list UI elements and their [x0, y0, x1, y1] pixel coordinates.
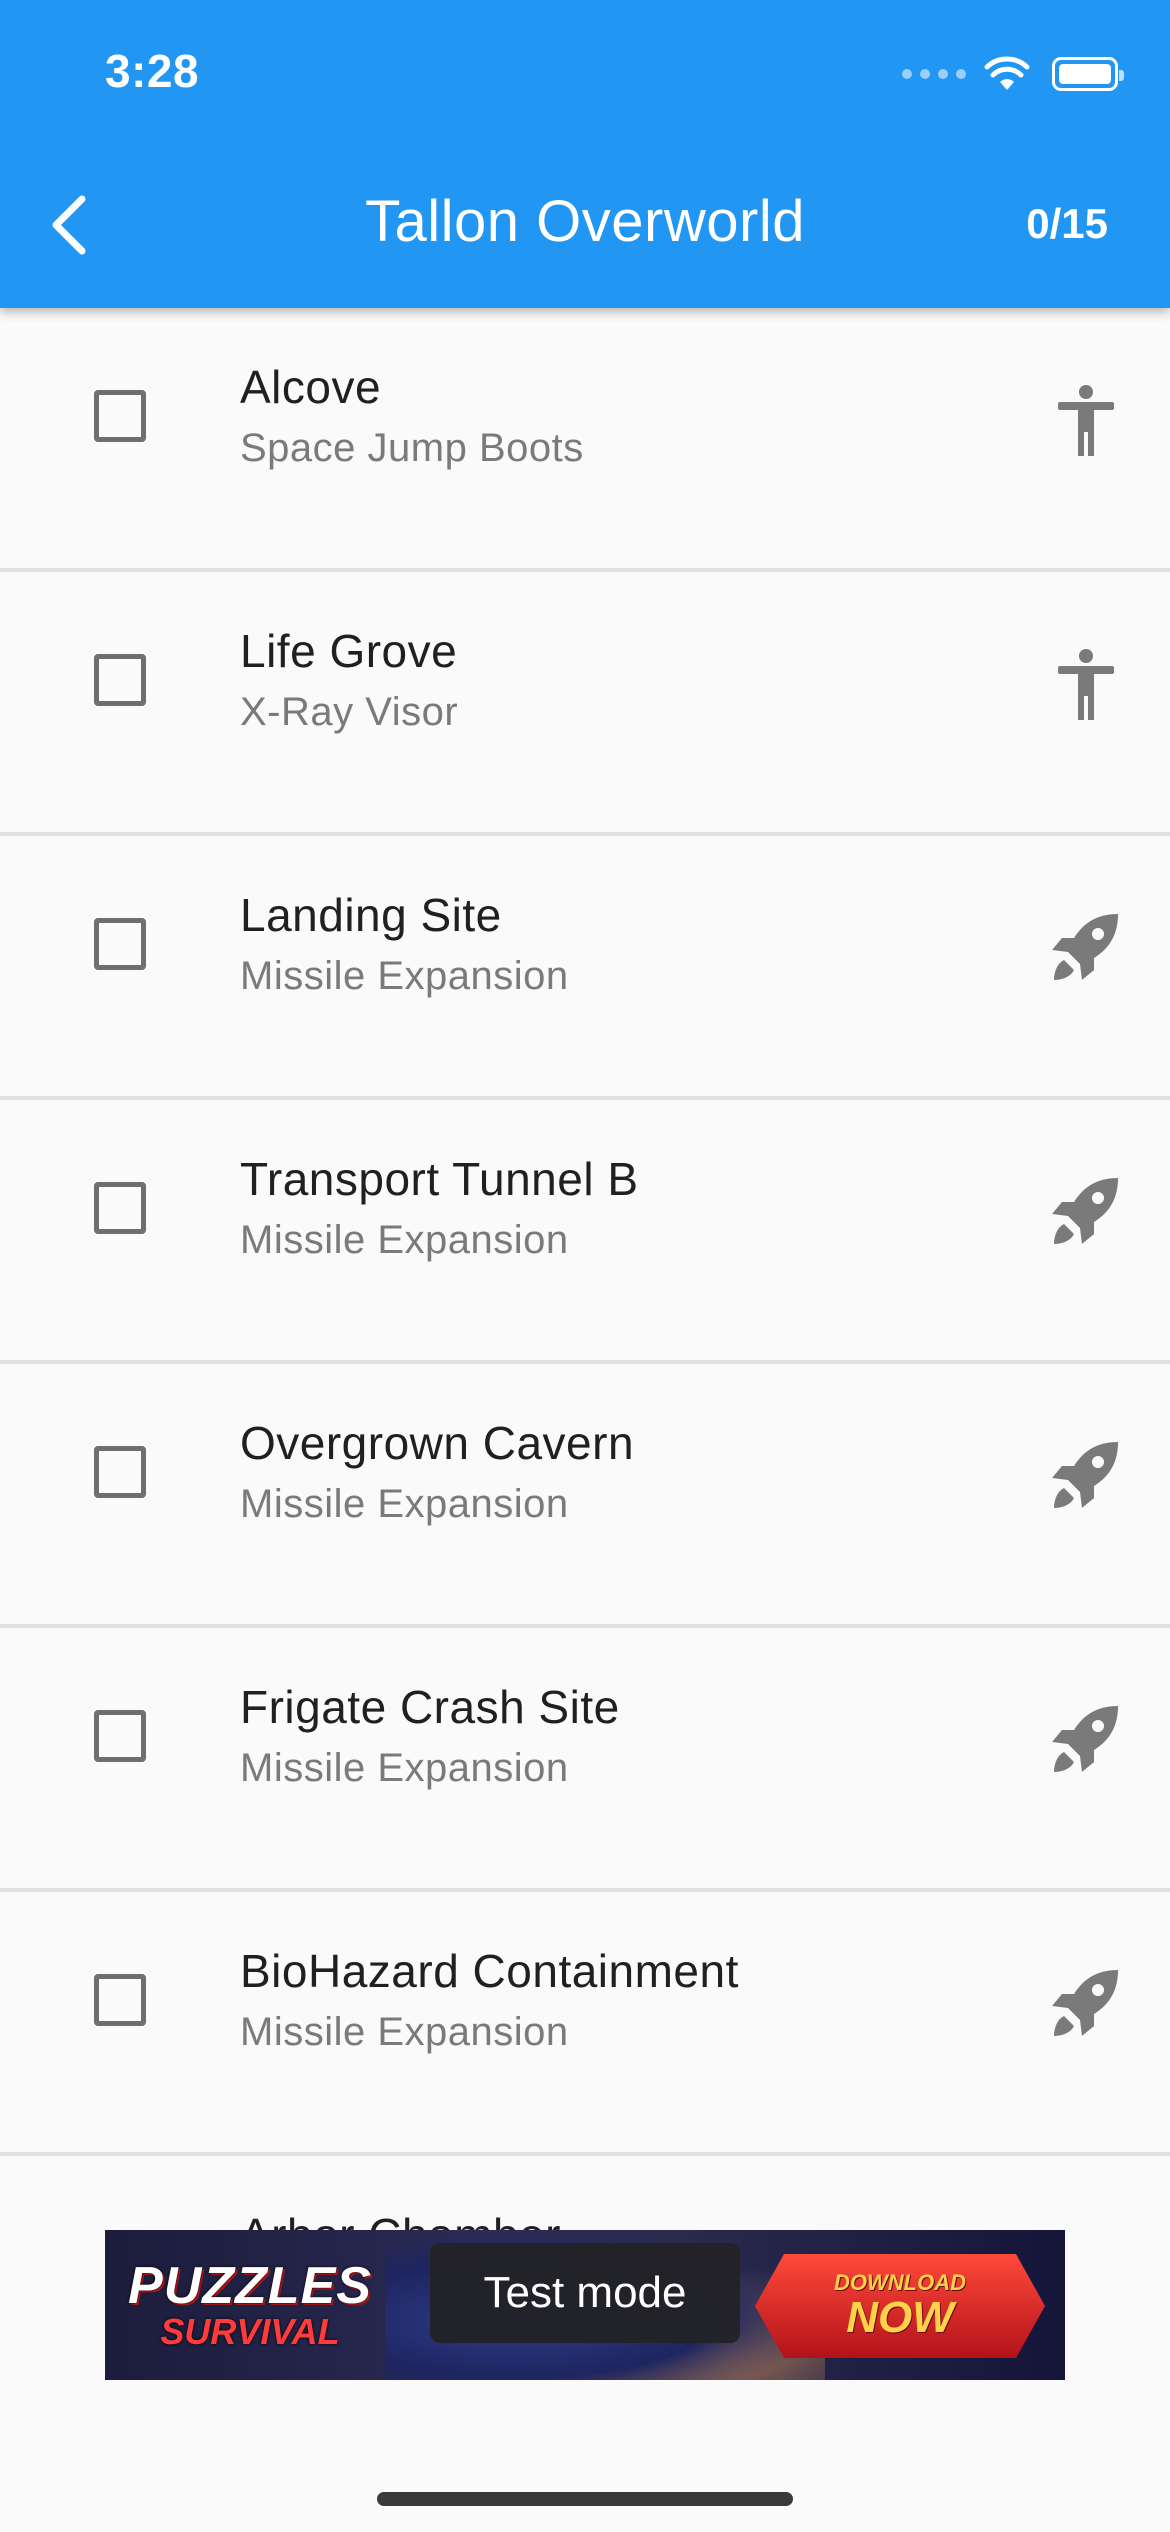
item-checkbox[interactable] [94, 654, 146, 706]
rocket-icon [1052, 1178, 1118, 1244]
app-bar: 3:28 Tallon Overworld 0/15 [0, 0, 1170, 308]
list-item[interactable]: Arbor Chamber [0, 2156, 1170, 2230]
item-subtitle: Missile Expansion [240, 1218, 569, 1262]
ad-logo: PUZZLES SURVIVAL [128, 2248, 371, 2364]
item-title: Frigate Crash Site [240, 1681, 620, 1733]
rocket-icon [1052, 1442, 1118, 1508]
item-checkbox[interactable] [94, 918, 146, 970]
list-item[interactable]: Frigate Crash Site Missile Expansion [0, 1628, 1170, 1892]
rocket-icon [1052, 1970, 1118, 2036]
list-item[interactable]: Transport Tunnel B Missile Expansion [0, 1100, 1170, 1364]
wifi-icon [984, 56, 1030, 90]
list-item[interactable]: Alcove Space Jump Boots [0, 308, 1170, 572]
list-item[interactable]: BioHazard Containment Missile Expansion [0, 1892, 1170, 2156]
item-subtitle: X-Ray Visor [240, 690, 459, 734]
item-checkbox[interactable] [94, 1710, 146, 1762]
rocket-icon [1052, 914, 1118, 980]
item-title: Overgrown Cavern [240, 1417, 635, 1469]
rocket-icon [1052, 1706, 1118, 1772]
person-icon [1058, 385, 1114, 456]
item-checkbox[interactable] [94, 390, 146, 442]
item-title: Life Grove [240, 625, 458, 677]
ad-logo-line1: PUZZLES [128, 2257, 372, 2315]
item-title: BioHazard Containment [240, 1945, 739, 1997]
item-title: Arbor Chamber [240, 2208, 561, 2230]
page-title: Tallon Overworld [365, 189, 805, 254]
item-checkbox[interactable] [94, 1446, 146, 1498]
progress-counter: 0/15 [1026, 200, 1108, 247]
home-indicator[interactable] [377, 2492, 793, 2506]
battery-icon [1052, 57, 1124, 91]
item-subtitle: Space Jump Boots [240, 426, 584, 470]
ad-logo-line2: SURVIVAL [160, 2311, 340, 2352]
ad-download-button[interactable]: DOWNLOAD NOW [755, 2254, 1045, 2358]
test-mode-badge: Test mode [430, 2243, 740, 2343]
list-item[interactable]: Landing Site Missile Expansion [0, 836, 1170, 1100]
person-icon [1058, 649, 1114, 720]
status-time: 3:28 [105, 45, 200, 97]
item-title: Alcove [240, 361, 382, 413]
item-checkbox[interactable] [94, 1974, 146, 2026]
ad-cta-line2: NOW [846, 2293, 954, 2342]
item-subtitle: Missile Expansion [240, 1746, 569, 1790]
item-subtitle: Missile Expansion [240, 1482, 569, 1526]
cellular-signal-icon [902, 69, 966, 79]
list-item[interactable]: Overgrown Cavern Missile Expansion [0, 1364, 1170, 1628]
item-subtitle: Missile Expansion [240, 2010, 569, 2054]
item-checkbox[interactable] [94, 1182, 146, 1234]
status-icons [902, 54, 1124, 94]
item-title: Transport Tunnel B [240, 1153, 639, 1205]
ad-cta-line1: DOWNLOAD [834, 2270, 966, 2295]
item-list: Alcove Space Jump Boots Life Grove X-Ray… [0, 308, 1170, 2230]
item-subtitle: Missile Expansion [240, 954, 569, 998]
list-item[interactable]: Life Grove X-Ray Visor [0, 572, 1170, 836]
item-title: Landing Site [240, 889, 502, 941]
